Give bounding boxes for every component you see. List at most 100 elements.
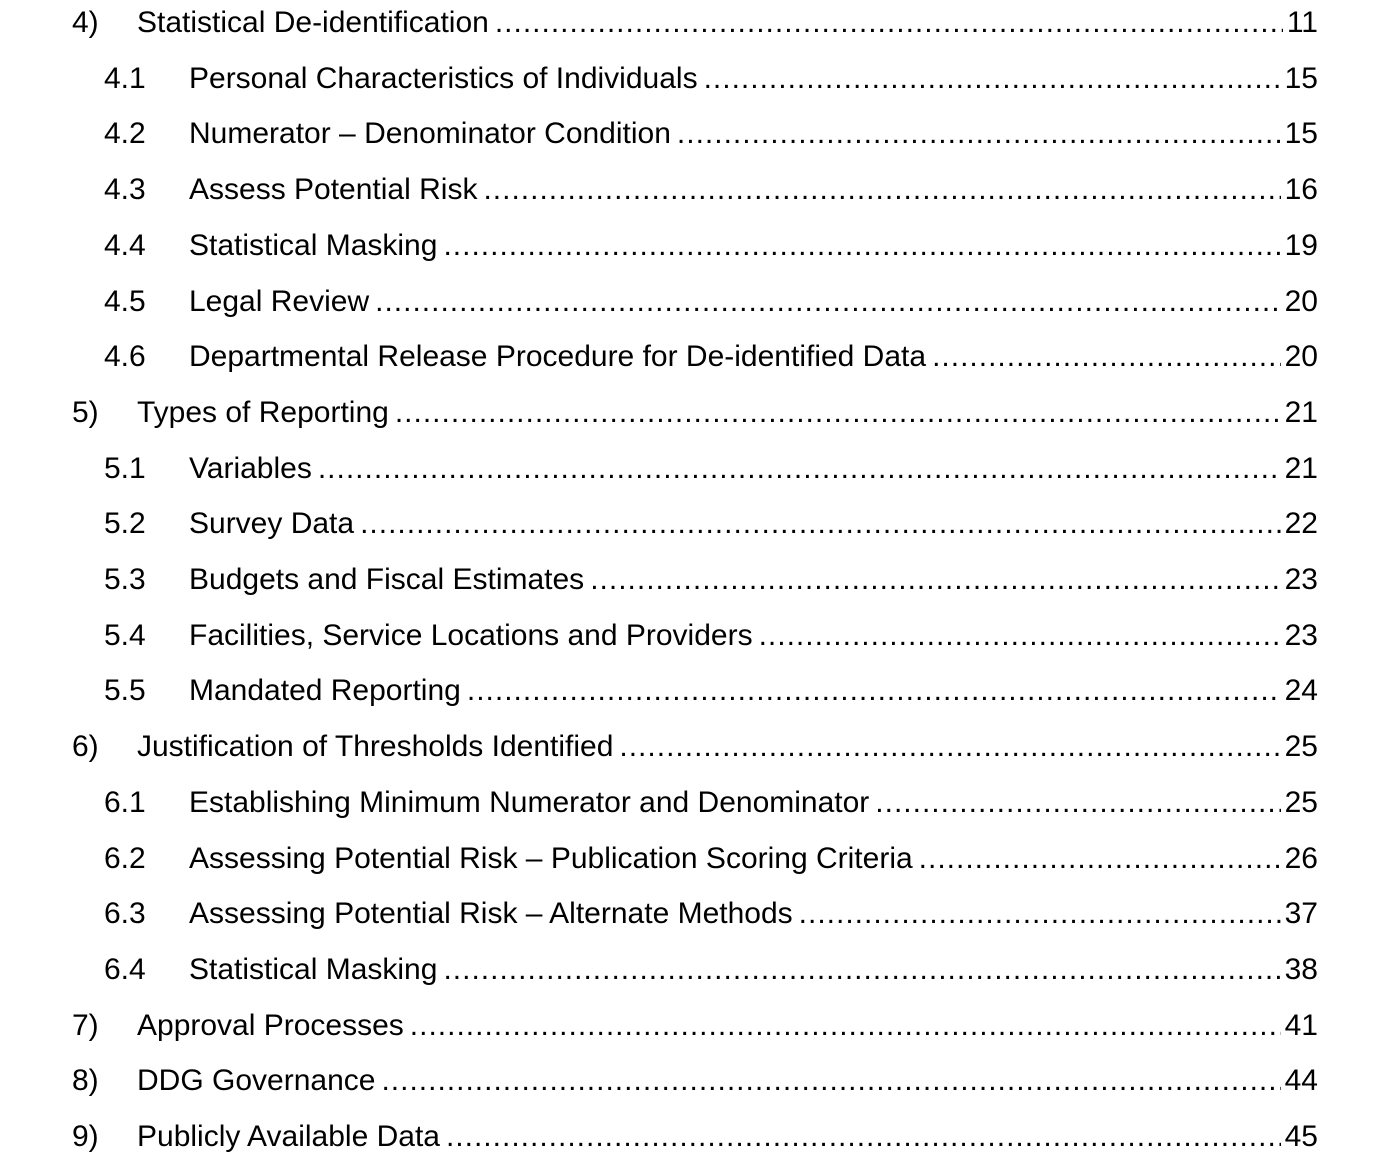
toc-entry-title[interactable]: Mandated Reporting [189, 663, 461, 719]
toc-entry-number: 5.4 [104, 618, 146, 652]
toc-entry-page: 26 [1284, 841, 1318, 875]
toc-entry-number: 6.4 [104, 952, 146, 986]
toc-entry[interactable]: 6.2 Assessing Potential Risk – Publicatio… [0, 831, 1380, 887]
toc-entry[interactable]: 8) DDG Governance 44 [0, 1053, 1380, 1109]
toc-dot-leader [619, 719, 1280, 775]
toc-entry[interactable]: 5.5 Mandated Reporting 24 [0, 663, 1380, 719]
toc-entry[interactable]: 4.3 Assess Potential Risk 16 [0, 162, 1380, 218]
toc-entry-title[interactable]: Departmental Release Procedure for De-id… [189, 329, 926, 385]
toc-entry-title[interactable]: Statistical Masking [189, 942, 437, 998]
toc-entry-title[interactable]: Numerator – Denominator Condition [189, 106, 671, 162]
toc-entry-page: 23 [1284, 563, 1318, 596]
toc-entry[interactable]: 4.6 Departmental Release Procedure for De… [0, 329, 1380, 385]
toc-dot-leader [799, 886, 1281, 942]
toc-entry-number: 6.1 [104, 785, 146, 819]
toc-entry[interactable]: 4) Statistical De-identification 11 [0, 0, 1380, 51]
toc-entry-page: 37 [1284, 897, 1318, 931]
toc-entry[interactable]: 5.2 Survey Data 22 [0, 496, 1380, 552]
toc-entry[interactable]: 6.1 Establishing Minimum Numerator and De… [0, 775, 1380, 831]
toc-entry-title[interactable]: Establishing Minimum Numerator and Denom… [189, 775, 869, 831]
toc-dot-leader [759, 608, 1281, 664]
toc-entry-number: 6.2 [104, 841, 146, 875]
toc-entry-title[interactable]: Legal Review [189, 274, 369, 330]
toc-dot-leader [590, 552, 1280, 608]
toc-entry[interactable]: 6) Justification of Thresholds Identified… [0, 719, 1380, 775]
toc-entry-title[interactable]: Assessing Potential Risk – Publication S… [189, 831, 913, 887]
toc-dot-leader [677, 106, 1281, 162]
toc-entry-number: 4.1 [104, 61, 146, 95]
toc-dot-leader [704, 51, 1281, 107]
toc-entry-page: 19 [1284, 228, 1318, 262]
toc-entry-page: 15 [1284, 61, 1318, 95]
toc-dot-leader [495, 0, 1283, 51]
toc-entry-page: 21 [1284, 395, 1318, 429]
toc-entry[interactable]: 5) Types of Reporting 21 [0, 385, 1380, 441]
toc-entry-number: 4.4 [104, 228, 146, 262]
toc-entry-page: 22 [1284, 507, 1318, 541]
toc-entry[interactable]: 5.1 Variables 21 [0, 441, 1380, 497]
toc-entry-page: 25 [1284, 785, 1318, 819]
toc-entry-page: 20 [1284, 284, 1318, 318]
toc-entry[interactable]: 6.4 Statistical Masking 38 [0, 942, 1380, 998]
toc-entry-title[interactable]: Assess Potential Risk [189, 162, 477, 218]
toc-entry-number: 5) [72, 395, 99, 429]
toc-entry-title[interactable]: Variables [189, 441, 312, 497]
toc-entry-page: 24 [1284, 674, 1318, 708]
toc-entry-number: 4) [72, 6, 99, 39]
toc-dot-leader [483, 162, 1280, 218]
toc-dot-leader [360, 496, 1281, 552]
toc-entry-page: 11 [1286, 6, 1318, 39]
toc-entry-title[interactable]: Approval Processes [137, 998, 404, 1054]
toc-entry-title[interactable]: Assessing Potential Risk – Alternate Met… [189, 886, 793, 942]
toc-dot-leader [318, 441, 1281, 497]
toc-entry-page: 23 [1284, 618, 1318, 652]
toc-entry-title[interactable]: Personal Characteristics of Individuals [189, 51, 698, 107]
toc-dot-leader [443, 218, 1280, 274]
toc-entry[interactable]: 4.4 Statistical Masking 19 [0, 218, 1380, 274]
toc-dot-leader [467, 663, 1281, 719]
toc-dot-leader [410, 998, 1281, 1054]
toc-entry[interactable]: 5.3 Budgets and Fiscal Estimates 23 [0, 552, 1380, 608]
toc-entry-number: 7) [72, 1008, 99, 1042]
toc-entry-number: 6.3 [104, 897, 146, 931]
toc-entry-title[interactable]: Statistical De-identification [137, 0, 489, 51]
toc-entry-number: 4.5 [104, 284, 146, 318]
toc-entry[interactable]: 5.4 Facilities, Service Locations and Pro… [0, 608, 1380, 664]
toc-dot-leader [395, 385, 1281, 441]
toc-dot-leader [875, 775, 1280, 831]
toc-entry-number: 5.5 [104, 674, 146, 708]
toc-entry-title[interactable]: Facilities, Service Locations and Provid… [189, 608, 753, 664]
toc-dot-leader [932, 329, 1281, 385]
toc-entry-page: 15 [1284, 117, 1318, 151]
toc-dot-leader [375, 274, 1281, 330]
toc-entry[interactable]: 4.5 Legal Review 20 [0, 274, 1380, 330]
toc-entry[interactable]: 4.1 Personal Characteristics of Individua… [0, 51, 1380, 107]
toc-dot-leader [919, 831, 1281, 887]
toc-entry-page: 38 [1284, 952, 1318, 986]
toc-entry[interactable]: 6.3 Assessing Potential Risk – Alternate … [0, 886, 1380, 942]
toc-entry-title[interactable]: Survey Data [189, 496, 354, 552]
toc-dot-leader [446, 1109, 1281, 1165]
toc-entry-number: 6) [72, 730, 99, 764]
toc-entry-page: 21 [1284, 451, 1318, 485]
toc-entry-title[interactable]: Types of Reporting [137, 385, 389, 441]
toc-entry-page: 45 [1284, 1120, 1318, 1153]
toc-entry-page: 16 [1284, 173, 1318, 207]
toc-entry[interactable]: 9) Publicly Available Data 45 [0, 1109, 1380, 1165]
toc-entry-number: 4.3 [104, 173, 146, 207]
toc-entry-title[interactable]: Statistical Masking [189, 218, 437, 274]
toc-entry-title[interactable]: Justification of Thresholds Identified [137, 719, 613, 775]
toc-entry-number: 5.1 [104, 451, 146, 485]
toc-entry-page: 44 [1284, 1064, 1318, 1098]
toc-entry-number: 8) [72, 1064, 99, 1098]
toc-entry-number: 4.2 [104, 117, 146, 151]
toc-entry-title[interactable]: Budgets and Fiscal Estimates [189, 552, 584, 608]
toc-entry-number: 5.3 [104, 563, 146, 596]
toc-entry-number: 9) [72, 1120, 99, 1153]
toc-entry-title[interactable]: Publicly Available Data [137, 1109, 440, 1165]
toc-entry-number: 4.6 [104, 340, 146, 374]
toc-dot-leader [443, 942, 1280, 998]
toc-entry[interactable]: 4.2 Numerator – Denominator Condition 15 [0, 106, 1380, 162]
toc-entry-title[interactable]: DDG Governance [137, 1053, 375, 1109]
toc-entry[interactable]: 7) Approval Processes 41 [0, 998, 1380, 1054]
